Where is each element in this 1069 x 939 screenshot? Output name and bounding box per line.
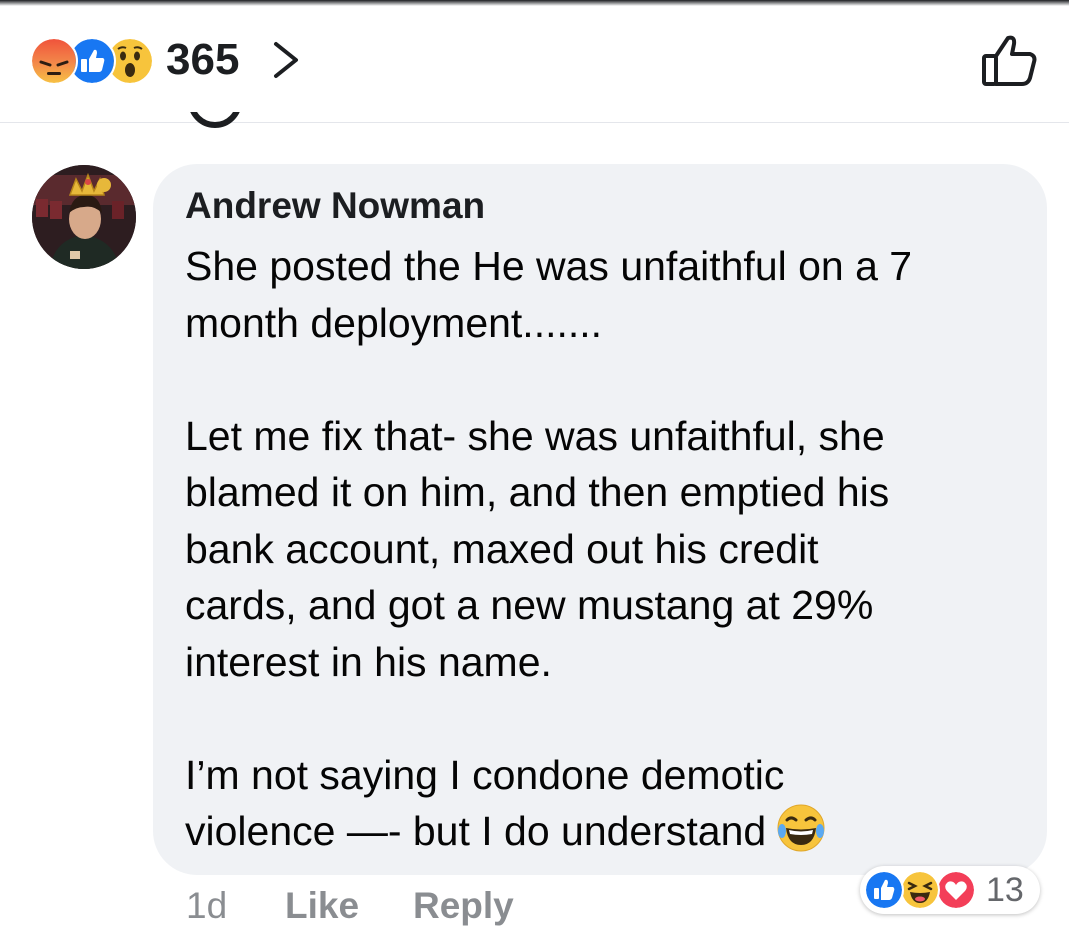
comment-reply-button[interactable]: Reply (413, 884, 514, 928)
reactions-header: 365 (0, 0, 1069, 123)
comment-paragraph-last: I’m not saying I condone demotic violenc… (185, 747, 1015, 860)
comment-reactions-summary[interactable]: 13 (860, 866, 1040, 914)
angry-reaction-icon (30, 37, 78, 85)
chevron-right-icon[interactable] (270, 40, 302, 80)
like-reaction-icon (864, 870, 904, 910)
love-reaction-icon (936, 870, 976, 910)
comment-paragraph: She posted the He was unfaithful on a 7 … (185, 243, 913, 346)
comment-reaction-count: 13 (986, 871, 1024, 909)
like-outline-icon[interactable] (980, 32, 1040, 88)
laughing-tears-emoji-icon (777, 804, 825, 852)
haha-reaction-icon (900, 870, 940, 910)
comment-text: She posted the He was unfaithful on a 7 … (185, 238, 1015, 860)
comment-like-button[interactable]: Like (285, 884, 359, 928)
comment-paragraph: I’m not saying I condone demotic violenc… (185, 751, 785, 855)
reaction-count[interactable]: 365 (166, 36, 239, 84)
avatar[interactable] (32, 165, 136, 269)
comments-screen: 365 Andrew Nowman She posted the He was … (0, 0, 1069, 939)
status-bar-edge (0, 0, 1069, 6)
comment-paragraph: Let me fix that- she was unfaithful, she… (185, 412, 890, 685)
previous-comment-avatar-partial (188, 112, 242, 132)
post-reactions-summary[interactable] (30, 37, 160, 85)
comment-author-name[interactable]: Andrew Nowman (185, 182, 485, 230)
comment-timestamp[interactable]: 1d (186, 884, 227, 928)
